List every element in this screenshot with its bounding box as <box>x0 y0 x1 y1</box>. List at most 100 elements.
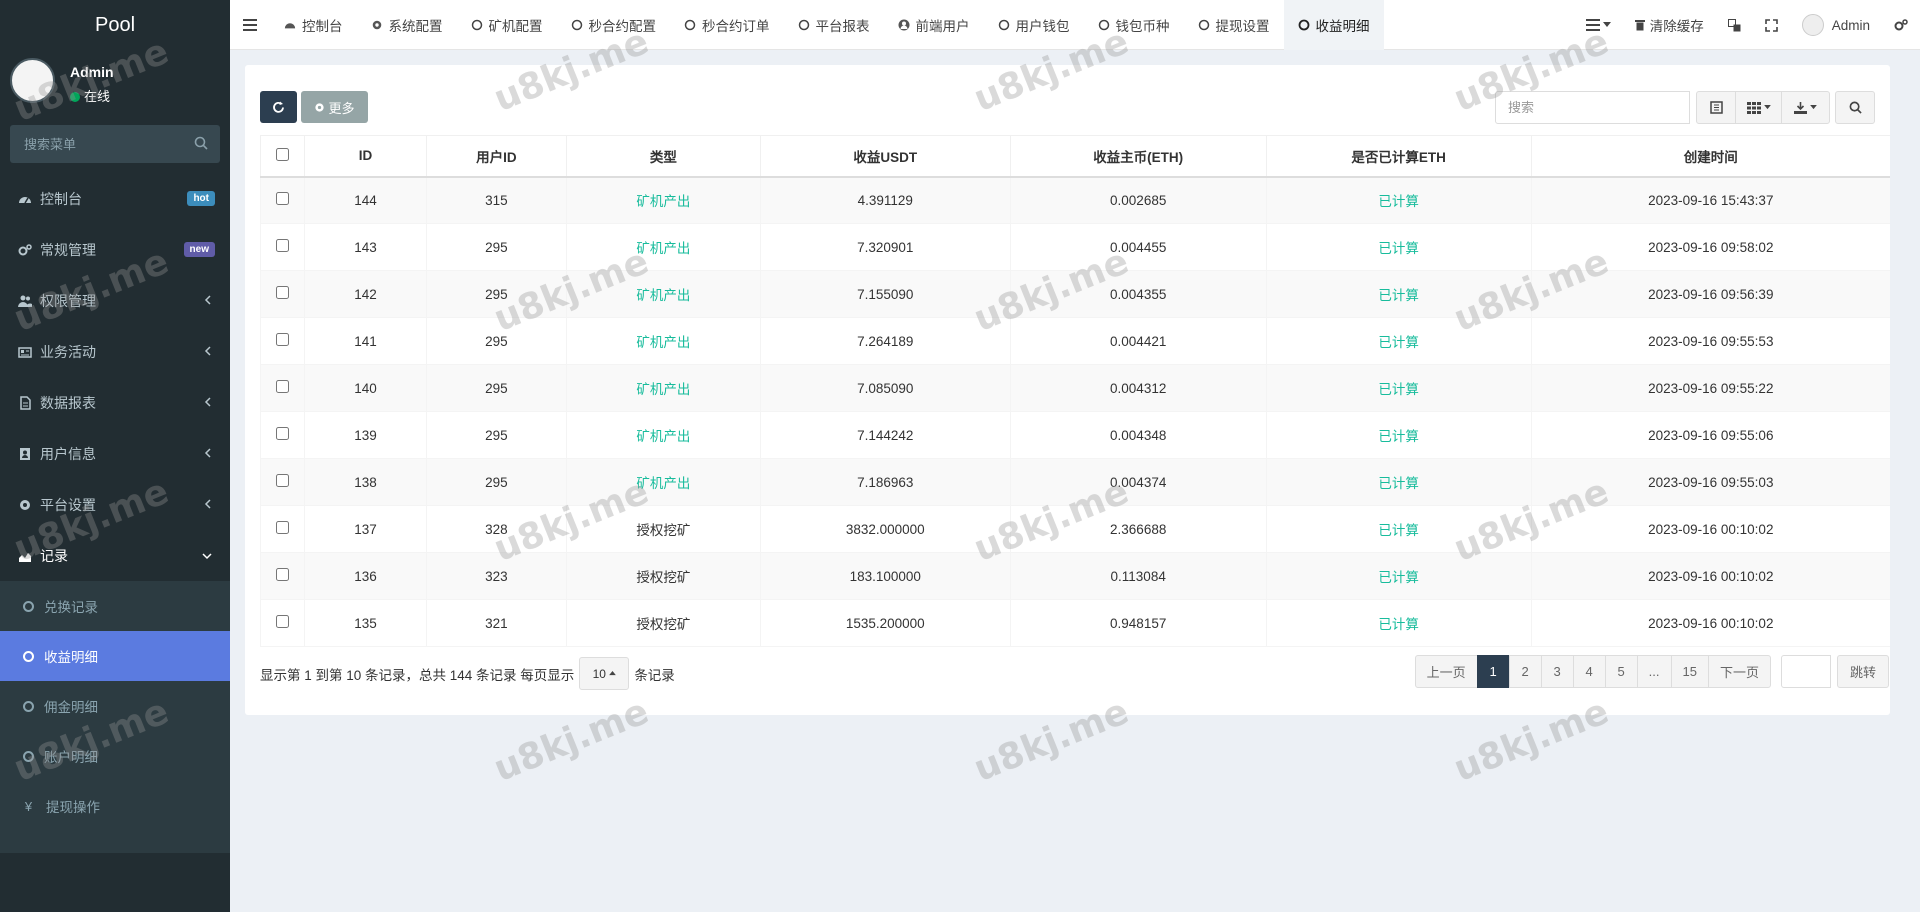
fullscreen-button[interactable] <box>1753 0 1790 50</box>
more-button[interactable]: 更多 <box>301 91 368 123</box>
page-link[interactable]: 2 <box>1508 655 1542 688</box>
search-icon[interactable] <box>194 136 208 150</box>
tab-miner-config[interactable]: 矿机配置 <box>457 0 557 50</box>
tab-withdraw-settings[interactable]: 提现设置 <box>1184 0 1284 50</box>
tab-user-wallet[interactable]: 用户钱包 <box>984 0 1084 50</box>
new-badge: new <box>183 242 215 257</box>
row-checkbox[interactable] <box>275 239 289 252</box>
cell-created-at: 2023-09-16 09:58:02 <box>1530 223 1890 271</box>
tab-earnings-detail[interactable]: 收益明细 <box>1283 0 1384 50</box>
row-checkbox[interactable] <box>275 474 289 487</box>
translate-button[interactable] <box>1716 0 1753 50</box>
page-link[interactable]: 15 <box>1670 655 1709 688</box>
cell-created-at: 2023-09-16 09:55:22 <box>1530 364 1890 412</box>
sidebar-sub-earnings-detail[interactable]: 收益明细 <box>0 631 230 681</box>
row-checkbox[interactable] <box>275 427 289 440</box>
cell-usdt: 183.100000 <box>759 552 1011 600</box>
page-link[interactable]: 3 <box>1540 655 1574 688</box>
sidebar-item-business[interactable]: 业务活动 <box>0 326 230 377</box>
page-link[interactable]: 4 <box>1572 655 1606 688</box>
col-header-usdt[interactable]: 收益USDT <box>759 135 1011 178</box>
page-size-dropdown[interactable]: 10 <box>579 657 630 690</box>
tab-contract-config[interactable]: 秒合约配置 <box>557 0 671 50</box>
tab-list-dropdown[interactable] <box>1574 0 1623 50</box>
page-link[interactable]: 上一页 <box>1414 655 1478 688</box>
admin-menu[interactable]: Admin <box>1790 0 1882 50</box>
select-all-checkbox[interactable] <box>275 147 289 161</box>
refresh-button[interactable] <box>260 91 297 123</box>
cell-calculated: 已计算 <box>1265 505 1532 553</box>
pagination-info: 显示第 1 到第 10 条记录，总共 144 条记录 每页显示 10 条记录 <box>260 657 675 690</box>
page-link[interactable]: 下一页 <box>1707 655 1771 688</box>
settings-button[interactable] <box>1882 0 1920 50</box>
col-header-calculated[interactable]: 是否已计算ETH <box>1265 135 1532 178</box>
row-checkbox[interactable] <box>275 192 289 206</box>
tab-platform-report[interactable]: 平台报表 <box>784 0 884 50</box>
table-row[interactable]: 138 295 矿机产出 7.186963 0.004374 已计算 2023-09-16 … <box>260 458 1890 506</box>
col-header-id[interactable]: ID <box>303 135 427 178</box>
clear-cache-button[interactable]: 清除缓存 <box>1623 0 1716 50</box>
sidebar-sub-account-detail[interactable]: 账户明细 <box>0 731 230 781</box>
table-row[interactable]: 136 323 授权挖矿 183.100000 0.113084 已计算 2023-09-1… <box>260 552 1890 600</box>
page-link[interactable]: ... <box>1636 655 1672 688</box>
export-dropdown-button[interactable] <box>1781 91 1830 124</box>
cell-usdt: 3832.000000 <box>759 505 1011 553</box>
table-row[interactable]: 142 295 矿机产出 7.155090 0.004355 已计算 2023-09-16 … <box>260 270 1890 318</box>
row-select <box>260 411 305 459</box>
row-select <box>260 364 305 412</box>
sidebar-item-platform[interactable]: 平台设置 <box>0 479 230 530</box>
sidebar-sub-exchange-records[interactable]: 兑换记录 <box>0 581 230 631</box>
table-row[interactable]: 141 295 矿机产出 7.264189 0.004421 已计算 2023-09-16 … <box>260 317 1890 365</box>
page-link[interactable]: 5 <box>1604 655 1638 688</box>
cell-eth: 0.004455 <box>1009 223 1267 271</box>
advanced-search-button[interactable] <box>1835 91 1875 124</box>
table-row[interactable]: 139 295 矿机产出 7.144242 0.004348 已计算 2023-09-16 … <box>260 411 1890 459</box>
col-header-user-id[interactable]: 用户ID <box>425 135 567 178</box>
col-header-created-at[interactable]: 创建时间 <box>1530 135 1890 178</box>
jump-page-input[interactable] <box>1780 655 1831 688</box>
tab-system-config[interactable]: 系统配置 <box>357 0 457 50</box>
cell-user-id: 295 <box>425 223 567 271</box>
toggle-view-button[interactable] <box>1696 91 1736 124</box>
cell-calculated: 已计算 <box>1265 411 1532 459</box>
sidebar-item-records[interactable]: 记录 <box>0 530 230 581</box>
tab-wallet-currency[interactable]: 钱包币种 <box>1084 0 1184 50</box>
logo[interactable]: Pool <box>0 0 230 50</box>
sidebar-item-general[interactable]: 常规管理 new <box>0 224 230 275</box>
page-link[interactable]: 1 <box>1476 655 1510 688</box>
tab-frontend-users[interactable]: 前端用户 <box>884 0 984 50</box>
sidebar-sub-commission-detail[interactable]: 佣金明细 <box>0 681 230 731</box>
row-checkbox[interactable] <box>275 568 289 581</box>
tab-contract-orders[interactable]: 秒合约订单 <box>670 0 784 50</box>
columns-dropdown-button[interactable] <box>1735 91 1782 124</box>
refresh-icon <box>273 101 284 113</box>
menu-toggle-button[interactable] <box>230 0 270 50</box>
col-header-eth[interactable]: 收益主币(ETH) <box>1009 135 1267 178</box>
online-dot-icon <box>70 92 80 102</box>
table-row[interactable]: 140 295 矿机产出 7.085090 0.004312 已计算 2023-09-16 … <box>260 364 1890 412</box>
jump-button[interactable]: 跳转 <box>1836 655 1889 688</box>
sidebar-item-dashboard[interactable]: 控制台 hot <box>0 173 230 224</box>
sidebar-sub-withdraw[interactable]: ¥ 提现操作 <box>0 781 230 831</box>
row-checkbox[interactable] <box>275 521 289 534</box>
table-search-input[interactable] <box>1495 91 1690 124</box>
table-row[interactable]: 143 295 矿机产出 7.320901 0.004455 已计算 2023-09-16 … <box>260 223 1890 271</box>
sidebar-item-users[interactable]: 用户信息 <box>0 428 230 479</box>
sidebar-item-reports[interactable]: 数据报表 <box>0 377 230 428</box>
col-header-type[interactable]: 类型 <box>565 135 761 178</box>
cell-eth: 0.004355 <box>1009 270 1267 318</box>
table-row[interactable]: 137 328 授权挖矿 3832.000000 2.366688 已计算 2023-09-… <box>260 505 1890 553</box>
table-row[interactable]: 135 321 授权挖矿 1535.200000 0.948157 已计算 2023-09-… <box>260 599 1890 647</box>
cell-created-at: 2023-09-16 09:55:06 <box>1530 411 1890 459</box>
cell-id: 140 <box>303 364 427 412</box>
row-checkbox[interactable] <box>275 286 289 299</box>
row-checkbox[interactable] <box>275 380 289 393</box>
row-checkbox[interactable] <box>275 333 289 346</box>
circle-icon <box>684 19 696 30</box>
sidebar-item-auth[interactable]: 权限管理 <box>0 275 230 326</box>
cell-id: 135 <box>303 599 427 647</box>
row-checkbox[interactable] <box>275 615 289 628</box>
sidebar-search-input[interactable] <box>10 125 220 163</box>
table-row[interactable]: 144 315 矿机产出 4.391129 0.002685 已计算 2023-09-16 … <box>260 176 1890 224</box>
tab-dashboard[interactable]: 控制台 <box>270 0 357 50</box>
